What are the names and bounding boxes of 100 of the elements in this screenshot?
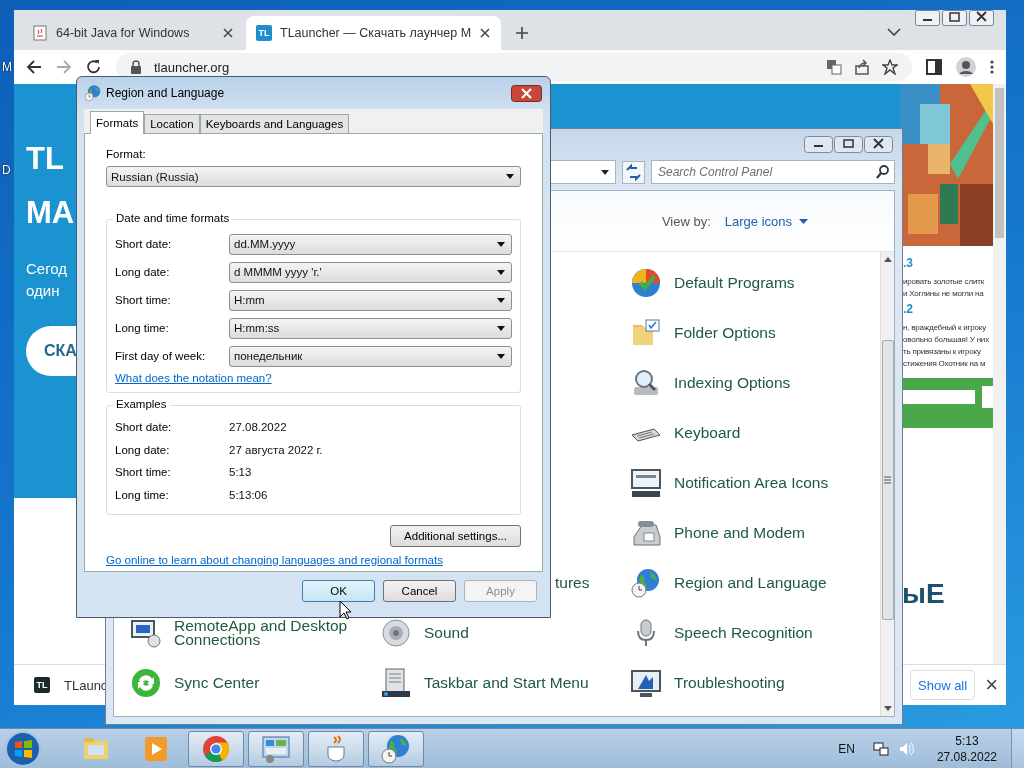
avatar-icon[interactable] [956,57,976,77]
control-panel-item[interactable]: Notification Area Icons [630,458,880,508]
news-text: н, враждебный к игроку [903,322,988,334]
browser-tab[interactable]: TL TLauncher — Скачать лаунчер М [246,16,502,50]
dropdown-arrow-icon [497,297,505,303]
scrollbar[interactable] [880,252,894,716]
new-tab-icon[interactable] [515,26,530,40]
tab[interactable]: Location [144,114,200,133]
dialog-button[interactable]: Cancel [383,580,456,602]
close-icon[interactable]: × [981,672,1002,698]
globe-icon [630,567,662,599]
dropdown-arrow-icon [497,269,505,275]
speaker-icon [380,617,412,649]
scrollbar-thumb[interactable] [881,340,894,620]
additional-settings-button[interactable]: Additional settings... [390,525,521,547]
close-icon[interactable] [222,27,234,39]
help-link[interactable]: Go online to learn about changing languages and regional formats [106,554,443,566]
control-panel-item[interactable]: Keyboard [630,408,880,458]
desktop-icon-label[interactable]: M [2,60,12,74]
dropdown-arrow-icon [506,174,514,179]
control-panel-item[interactable]: Folder Options [630,308,880,358]
scrollbar-thumb[interactable] [995,88,1004,238]
dropdown[interactable]: dd.MM.yyyy [229,233,512,255]
control-panel-item[interactable]: Sync Center [130,658,380,708]
search-icon [876,165,889,179]
close-icon[interactable] [479,27,492,39]
desktop-icon-label[interactable]: D [2,163,11,177]
scroll-up-icon[interactable] [883,257,892,262]
control-panel-item[interactable]: Speech Recognition [630,608,880,658]
reload-icon[interactable] [86,59,102,75]
dropdown[interactable]: понедельник [229,345,512,367]
dropdown[interactable]: Russian (Russia) [106,166,521,187]
maximize-icon[interactable] [942,10,967,26]
taskbar-button[interactable] [308,730,364,767]
search-field[interactable]: Search Control Panel [651,160,895,184]
taskbar-button[interactable] [368,730,424,767]
banner-text: ыЕ [901,578,946,610]
tab-title: 64-bit Java for Windows [56,26,191,40]
network-icon[interactable] [872,740,889,757]
taskbar-button[interactable] [188,730,244,767]
show-all-button[interactable]: Show all [910,670,976,700]
back-icon[interactable] [26,59,42,75]
control-panel-item[interactable]: Troubleshooting [630,658,880,708]
news-text: стижения Охотник на м [903,358,987,370]
star-icon[interactable] [882,59,898,75]
start-button[interactable] [4,729,42,768]
share-icon[interactable] [854,59,870,75]
clock[interactable]: 5:13 27.08.2022 [936,732,997,765]
tab[interactable]: Formats [90,111,145,134]
group-title: Examples [113,398,170,410]
refresh-icon[interactable] [622,160,645,184]
dropdown[interactable]: H:mm:ss [229,317,512,339]
news-text: и Хоглины не могли на [903,288,985,300]
field-label: Long time: [115,322,170,334]
globe-icon [84,84,102,102]
hero-text: Сегод [26,259,68,279]
field-label: Format: [106,148,147,160]
control-panel-item[interactable]: Taskbar and Start Menu [380,658,630,708]
favicon: TL [256,25,272,41]
example-value: 5:13:06 [229,488,268,501]
globe-icon [380,732,412,765]
translate-icon[interactable] [826,59,842,75]
maximize-icon[interactable] [834,135,863,153]
browser-tab[interactable]: 64-bit Java for Windows [22,16,244,50]
news-heading[interactable]: .3 [903,256,993,270]
dialog-button[interactable]: OK [302,580,375,602]
control-panel-item[interactable]: Indexing Options [630,358,880,408]
example-value: 27.08.2022 [229,421,287,434]
more-menu-icon[interactable] [990,59,994,75]
help-link[interactable]: What does the notation mean? [115,372,272,384]
tab[interactable]: Keyboards and Languages [199,114,350,133]
address-bar[interactable]: tlauncher.org [116,53,912,81]
dropdown[interactable]: H:mm [229,289,512,311]
close-icon[interactable] [969,10,994,26]
group-title: Date and time formats [113,212,233,224]
control-panel-item[interactable]: Region and Language [630,558,880,608]
language-indicator[interactable]: EN [838,741,855,756]
dropdown-arrow-icon [497,353,505,359]
control-panel-item[interactable]: Default Programs [630,258,880,308]
field-label: Long date: [115,266,171,278]
minimize-icon[interactable] [915,10,940,26]
field-label: Short date: [115,238,173,250]
close-icon[interactable] [511,84,542,102]
news-text: ть привязаны к игроку [903,346,982,358]
scrollbar[interactable] [993,84,1006,664]
lock-icon [130,60,142,74]
hero-text: один [26,281,61,301]
chevron-down-icon[interactable] [887,28,901,36]
minimize-icon[interactable] [804,135,833,153]
control-panel-item[interactable]: Phone and Modem [630,508,880,558]
field-label: Short time: [115,294,172,306]
field-label: Long date: [115,443,171,456]
view-by-dropdown[interactable]: Large icons [724,213,808,229]
dropdown-arrow-icon [497,325,505,331]
close-icon[interactable] [864,135,893,153]
dropdown[interactable]: d MMMM yyyy 'г.' [229,261,512,283]
news-heading[interactable]: .2 [903,302,993,316]
taskbar-button[interactable] [248,730,304,767]
side-panel-icon[interactable] [926,59,942,75]
tab-title: TLauncher — Скачать лаунчер М [280,26,472,40]
